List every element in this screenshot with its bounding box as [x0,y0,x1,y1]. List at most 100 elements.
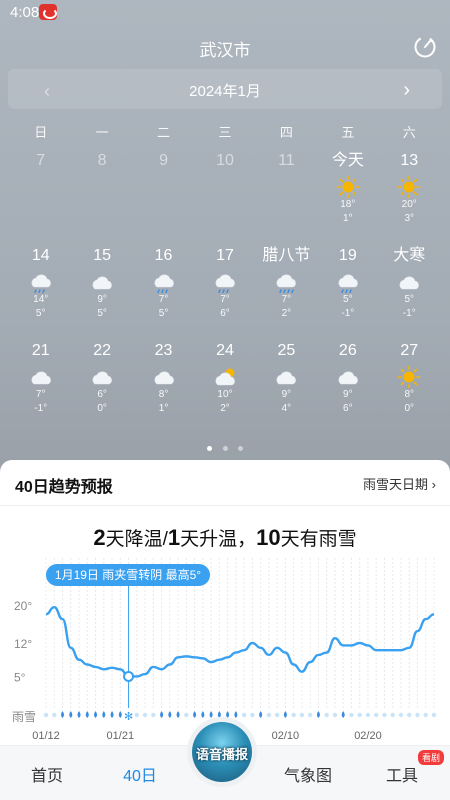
calendar-day-cell[interactable]: 21 7° -1° [10,340,71,435]
nav-weather-map[interactable]: 气象图 [268,762,348,786]
low-temp: -1° [34,403,48,414]
rain-marker [283,711,287,718]
calendar-day-cell[interactable]: 22 6° 0° [71,340,132,435]
voice-broadcast-button[interactable]: 语音播报 [187,717,257,787]
rain-marker [85,711,89,718]
x-tick-label: 01/12 [32,730,60,742]
calendar-day-cell[interactable]: 11 [256,150,317,245]
calendar-day-label: 24 [216,342,234,359]
refresh-icon[interactable] [412,34,438,60]
low-temp: 2° [281,308,292,319]
calendar-day-cell[interactable]: 16 7° 5° [133,245,194,340]
low-temp: 1° [343,213,353,224]
high-temp: 14° [33,294,49,305]
rain-icon [31,274,51,293]
low-temp: 5° [35,308,46,319]
panel-title: 40日趋势预报 [15,479,113,496]
calendar-day-cell[interactable]: 8 [71,150,132,245]
low-temp: 4° [281,403,292,414]
calendar-day-cell[interactable]: 23 8° 1° [133,340,194,435]
rain-marker [193,711,197,718]
low-temp: 2° [220,403,230,414]
status-bar: 4:08 [0,0,450,26]
rain-marker [61,711,65,718]
x-tick-label: 02/10 [272,730,300,742]
dry-marker [415,712,420,718]
rain-icon [215,274,235,293]
cloud-icon [276,371,297,385]
rain-marker [176,711,180,718]
summary-count: 10 [256,525,281,550]
calendar-week-row: 21 7° -1° 22 6° 0° 23 8° 1° 24 10° 2° 25 9° 4° 26 9° 6° 27… [10,340,440,435]
weekday-label: 五 [341,125,355,140]
calendar-day-label: 8 [97,152,107,169]
chevron-right-icon[interactable]: › [403,79,410,102]
weekday-label: 三 [218,125,232,140]
x-tick-label: 02/20 [354,730,382,742]
dry-marker [349,712,354,718]
summary-text: 天降温/ [105,529,168,550]
dry-marker [43,712,49,718]
high-temp: 8° [158,389,169,400]
dry-marker [299,712,305,718]
calendar-day-cell[interactable]: 27 8° 0° [379,340,440,435]
rain-icon [154,274,174,293]
calendar-day-cell[interactable]: 大寒 5° -1° [379,245,440,340]
calendar-day-cell[interactable]: 25 9° 4° [256,340,317,435]
calendar-day-cell[interactable]: 9 [133,150,194,245]
calendar-day-cell[interactable]: 今天 18° 1° [317,150,378,245]
dry-marker [374,712,379,718]
dry-marker [382,712,387,718]
nav-tools[interactable]: 工具 [362,762,442,786]
app-notification-icon [39,4,57,20]
trend-summary: 2天降温/1天升温，10天有雨雪 [0,524,450,551]
calendar-day-cell[interactable]: 13 20° 3° [379,150,440,245]
high-temp: 10° [217,389,233,400]
precip-days-link[interactable]: 雨雪天日期 › [363,474,436,493]
weekday-header: 日 一 二 三 四 五 六 [10,122,440,140]
calendar-day-cell[interactable]: 10 [194,150,255,245]
highlight-point [123,670,135,682]
calendar-day-cell[interactable]: 17 7° 6° [194,245,255,340]
dry-marker [332,712,338,718]
dry-marker [52,712,57,718]
calendar-day-label: 腊八节 [262,247,311,264]
dry-marker [407,712,412,718]
calendar-day-label: 22 [93,342,112,359]
high-temp: 7° [158,294,169,305]
temperature-trend-chart[interactable]: 20° 12° 5° 1月19日 雨夹雪转阴 最高5° 雨雪 ✻ 01/12 01/21 02/… [0,558,450,743]
city-title[interactable]: 武汉市 [0,36,450,61]
high-temp: 20° [401,199,417,210]
y-tick-label: 20° [14,599,32,613]
high-temp: 9° [343,389,353,400]
snow-marker: ✻ [124,711,133,723]
calendar-day-label: 19 [338,247,357,264]
calendar-day-cell[interactable]: 15 9° 5° [71,245,132,340]
sun-icon [397,176,421,198]
dry-marker [431,712,437,718]
calendar-day-label: 26 [338,342,357,359]
calendar-day-cell[interactable]: 19 5° -1° [317,245,378,340]
rain-marker [94,711,98,718]
nav-40day[interactable]: 40日 [100,762,180,786]
low-temp: -1° [402,308,416,319]
low-temp: 1° [158,403,169,414]
calendar-day-cell[interactable]: 24 10° 2° [194,340,255,435]
calendar-day-cell[interactable]: 14 14° 5° [10,245,71,340]
page-dot [222,446,228,451]
weekday-label: 日 [34,125,48,140]
calendar-day-cell[interactable]: 腊八节 7° 2° [256,245,317,340]
summary-text: 天升温， [180,529,257,550]
weekday-label: 四 [279,125,293,140]
calendar-day-cell[interactable]: 26 9° 6° [317,340,378,435]
calendar-day-label: 7 [36,152,46,169]
y-tick-label: 12° [14,637,32,651]
weekday-label: 二 [157,125,171,140]
high-temp: 8° [404,389,415,400]
calendar-day-cell[interactable]: 7 [10,150,71,245]
summary-count: 2 [93,525,106,550]
nav-home[interactable]: 首页 [7,762,87,786]
x-tick-label: 01/21 [107,730,135,742]
cloud-icon [399,276,420,290]
rain-marker [201,711,205,718]
